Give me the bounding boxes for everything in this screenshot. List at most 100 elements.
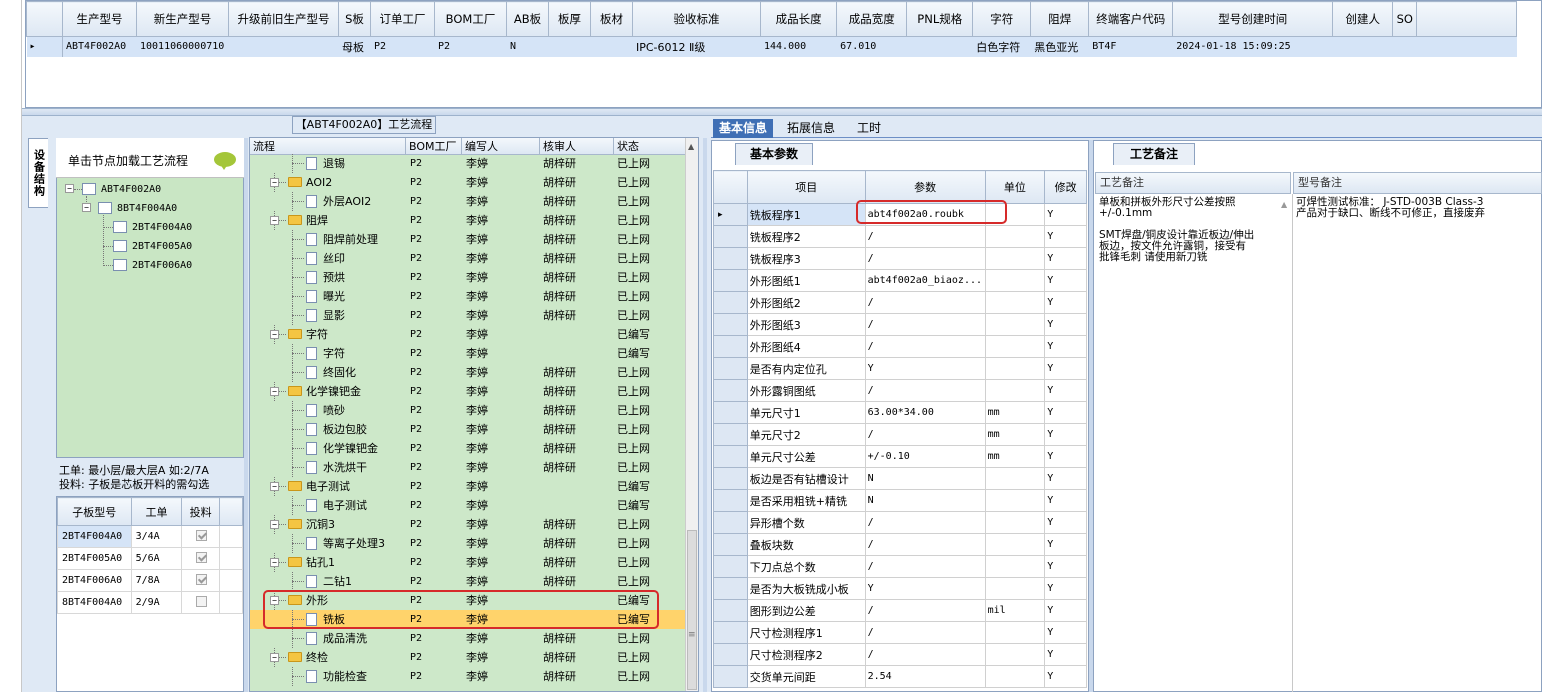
tab-device-structure[interactable]: 设备结构 — [28, 138, 48, 208]
collapse-icon[interactable]: − — [270, 330, 279, 339]
process-row[interactable]: − 化学镍钯金 P2 李婷 胡梓研 已上网 — [250, 382, 686, 401]
process-row[interactable]: 水洗烘干 P2 李婷 胡梓研 已上网 — [250, 458, 686, 477]
collapse-icon[interactable]: − — [65, 184, 74, 193]
model-row[interactable]: ▸ ABT4F002A0 10011060000710 母板 P2 P2 N IPC-6012… — [26, 36, 1518, 57]
cell[interactable]: P2 — [370, 36, 435, 57]
param-unit-cell[interactable]: mm — [984, 423, 1046, 446]
param-item-cell[interactable]: 单元尺寸公差 — [746, 445, 866, 468]
param-row[interactable]: 是否有内定位孔 Y Y — [713, 357, 1087, 380]
tree-node-8bt4f004a0[interactable]: 8BT4F004A0 — [98, 200, 177, 216]
param-value-cell[interactable]: / — [864, 621, 986, 644]
row-header[interactable] — [713, 335, 748, 358]
cell[interactable]: N — [506, 36, 549, 57]
param-unit-cell[interactable] — [984, 467, 1046, 490]
process-row[interactable]: 曝光 P2 李婷 胡梓研 已上网 — [250, 287, 686, 306]
cell[interactable] — [228, 36, 339, 57]
param-item-cell[interactable]: 叠板块数 — [746, 533, 866, 556]
model-grid[interactable]: 生产型号 新生产型号 升级前旧生产型号 S板 订单工厂 BOM工厂 AB板 板厚 板材 验收标准成… — [25, 0, 1542, 108]
param-modify-cell[interactable]: Y — [1044, 445, 1087, 468]
row-header[interactable] — [713, 269, 748, 292]
collapse-icon[interactable]: − — [270, 178, 279, 187]
param-unit-cell[interactable] — [984, 269, 1046, 292]
param-modify-cell[interactable]: Y — [1044, 357, 1087, 380]
vertical-splitter-left[interactable] — [244, 138, 248, 692]
param-modify-cell[interactable]: Y — [1044, 489, 1087, 512]
process-row[interactable]: 阻焊前处理 P2 李婷 胡梓研 已上网 — [250, 230, 686, 249]
sub-model-cell[interactable]: 8BT4F004A0 — [57, 591, 132, 614]
param-row[interactable]: 图形到边公差 / mil Y — [713, 599, 1087, 622]
col-header[interactable]: 验收标准 — [632, 1, 761, 37]
cell[interactable]: 2024-01-18 15:09:25 — [1172, 36, 1334, 57]
param-row[interactable]: 是否为大板铣成小板 Y Y — [713, 577, 1087, 600]
param-row[interactable]: 外形图纸1 abt4f002a0_biaoz... Y — [713, 269, 1087, 292]
cell[interactable] — [1332, 36, 1394, 57]
param-item-cell[interactable]: 下刀点总个数 — [746, 555, 866, 578]
cell[interactable]: 144.000 — [760, 36, 838, 57]
feed-checkbox[interactable] — [196, 573, 208, 585]
param-value-cell[interactable]: Y — [864, 577, 986, 600]
param-item-cell[interactable]: 尺寸检测程序1 — [746, 621, 866, 644]
process-notes-text[interactable]: 单板和拼板外形尺寸公差按照 +/-0.1mm SMT焊盘/铜皮设计靠近板边/伸出… — [1099, 197, 1254, 263]
cell[interactable]: 10011060000710 — [136, 36, 229, 57]
process-row[interactable]: 退锡 P2 李婷 胡梓研 已上网 — [250, 154, 686, 173]
tab-extended-info[interactable]: 拓展信息 — [781, 119, 841, 138]
param-row[interactable]: 外形图纸4/ Y — [713, 335, 1087, 358]
param-modify-cell[interactable]: Y — [1044, 555, 1087, 578]
col-writer[interactable]: 编写人 — [462, 138, 540, 155]
row-header[interactable] — [713, 423, 748, 446]
param-unit-cell[interactable] — [984, 247, 1046, 270]
param-item-cell[interactable]: 是否有内定位孔 — [746, 357, 866, 380]
collapse-icon[interactable]: − — [270, 520, 279, 529]
param-row[interactable]: 异形槽个数 / Y — [713, 511, 1087, 534]
param-unit-cell[interactable]: mm — [984, 445, 1046, 468]
param-item-cell[interactable]: 外形图纸1 — [746, 269, 866, 292]
param-value-cell[interactable]: Y — [864, 357, 986, 380]
col-header[interactable]: PNL规格 — [906, 1, 974, 37]
model-notes-text[interactable]: 可焊性测试标准： J-STD-003B Class-3 产品对于缺口、断线不可修… — [1296, 197, 1485, 219]
process-row[interactable]: 二钻1 P2 李婷 胡梓研 已上网 — [250, 572, 686, 591]
col-param[interactable]: 参数 — [864, 170, 986, 204]
process-row[interactable]: 成品清洗 P2 李婷 胡梓研 已上网 — [250, 629, 686, 648]
col-header[interactable]: 板材 — [590, 1, 633, 37]
param-modify-cell[interactable]: Y — [1044, 203, 1087, 226]
col-header[interactable]: 创建人 — [1332, 1, 1394, 37]
process-row[interactable]: 丝印 P2 李婷 胡梓研 已上网 — [250, 249, 686, 268]
col-header[interactable]: S板 — [338, 1, 371, 37]
process-row[interactable]: 终固化 P2 李婷 胡梓研 已上网 — [250, 363, 686, 382]
tab-process-notes[interactable]: 工艺备注 — [1113, 143, 1195, 165]
param-row[interactable]: 单元尺寸公差 +/-0.10 mm Y — [713, 445, 1087, 468]
process-row[interactable]: 字符 P2 李婷 已编写 — [250, 344, 686, 363]
row-header[interactable] — [713, 225, 748, 248]
param-item-cell[interactable]: 是否为大板铣成小板 — [746, 577, 866, 600]
cell[interactable]: 67.010 — [836, 36, 908, 57]
param-modify-cell[interactable]: Y — [1044, 335, 1087, 358]
tree-node-root[interactable]: ABT4F002A0 — [82, 181, 161, 197]
row-header[interactable] — [713, 291, 748, 314]
row-header[interactable] — [713, 511, 748, 534]
param-item-cell[interactable]: 异形槽个数 — [746, 511, 866, 534]
collapse-icon[interactable]: − — [270, 216, 279, 225]
param-row[interactable]: 外形图纸3/ Y — [713, 313, 1087, 336]
collapse-icon[interactable]: − — [270, 558, 279, 567]
horizontal-splitter[interactable] — [22, 108, 1542, 116]
sub-board-row[interactable]: 2BT4F006A0 7/8A — [57, 569, 244, 592]
feed-checkbox[interactable] — [196, 551, 208, 563]
col-header[interactable]: SO — [1392, 1, 1418, 37]
process-row[interactable]: − AOI2 P2 李婷 胡梓研 已上网 — [250, 173, 686, 192]
param-unit-cell[interactable] — [984, 665, 1046, 688]
param-item-cell[interactable]: 交货单元间距 — [746, 665, 866, 688]
param-value-cell[interactable]: / — [864, 313, 986, 336]
param-unit-cell[interactable] — [984, 357, 1046, 380]
feed-checkbox[interactable] — [196, 595, 208, 607]
param-value-cell[interactable]: / — [864, 247, 986, 270]
cell[interactable]: P2 — [434, 36, 507, 57]
sub-board-grid[interactable]: 子板型号 工单 投料 2BT4F004A0 3/4A 2BT4F005A0 5/6A 2… — [56, 496, 244, 692]
col-process[interactable]: 流程 — [250, 138, 406, 155]
param-value-cell[interactable]: / — [864, 291, 986, 314]
param-row[interactable]: 单元尺寸2/mm Y — [713, 423, 1087, 446]
param-unit-cell[interactable] — [984, 313, 1046, 336]
collapse-icon[interactable]: − — [82, 203, 91, 212]
param-unit-cell[interactable] — [984, 489, 1046, 512]
process-row[interactable]: 预烘 P2 李婷 胡梓研 已上网 — [250, 268, 686, 287]
col-header[interactable]: 订单工厂 — [370, 1, 435, 37]
